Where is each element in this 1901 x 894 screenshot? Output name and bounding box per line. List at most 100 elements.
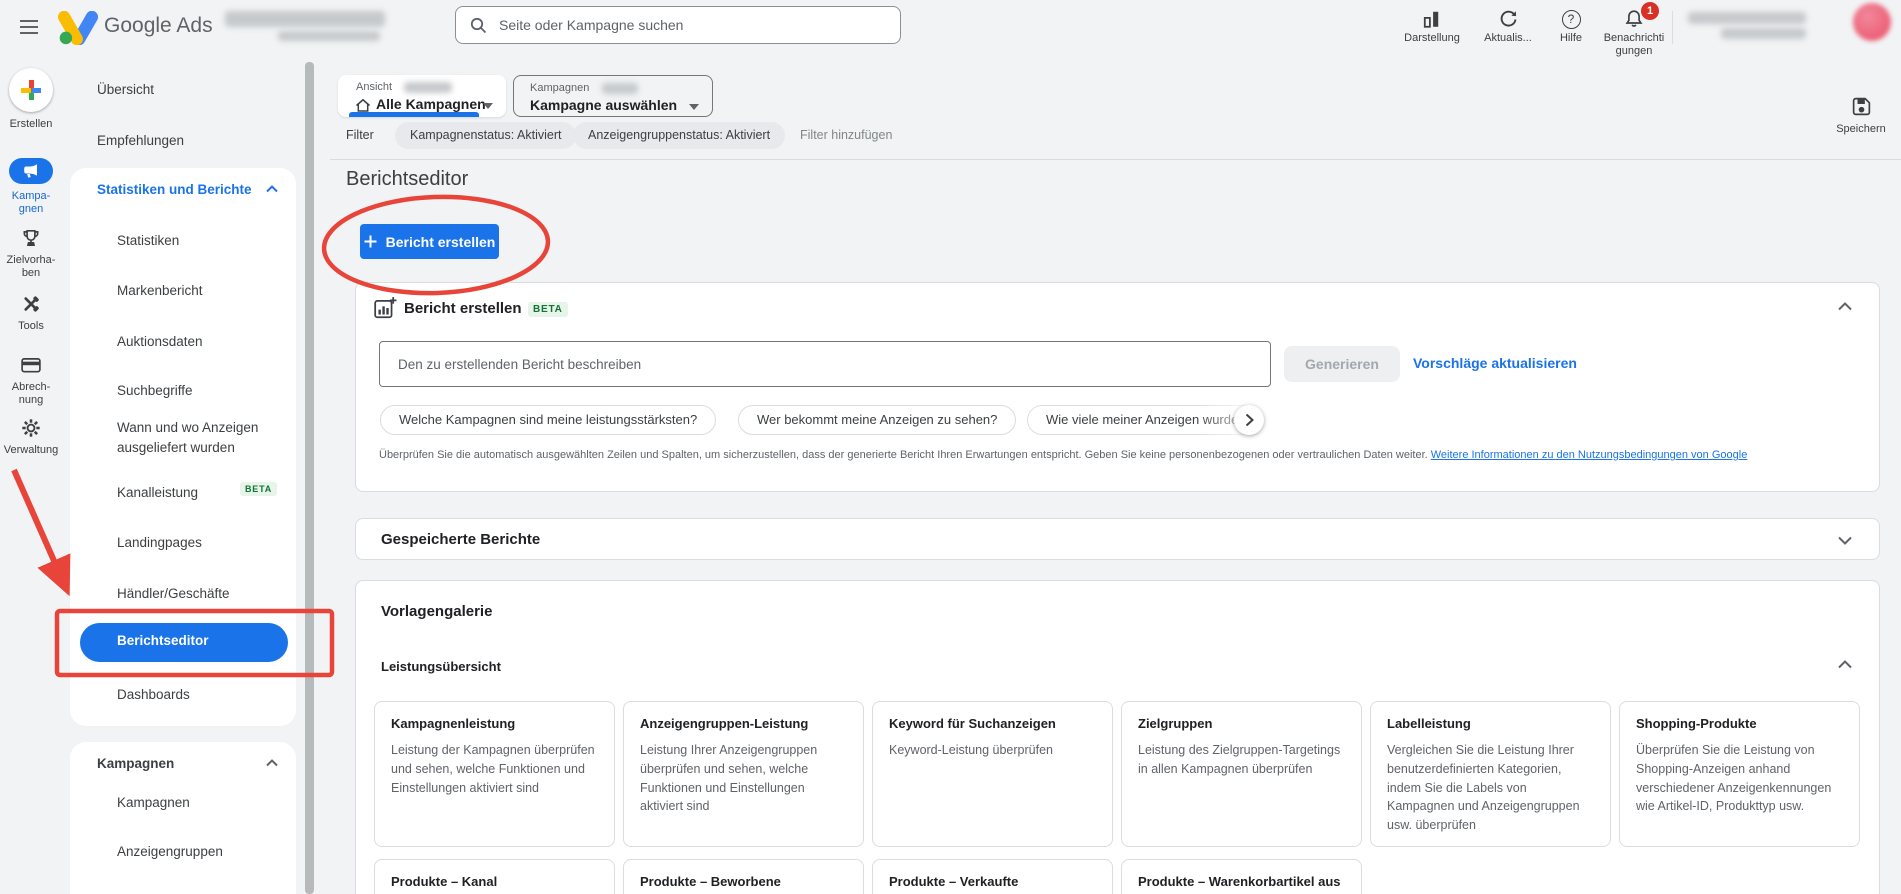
appearance-label: Darstellung	[1404, 32, 1460, 44]
template-card-zielgruppen[interactable]: Zielgruppen Leistung des Zielgruppen-Tar…	[1121, 701, 1362, 847]
sidebar-item-berichtseditor-label: Berichtseditor	[117, 633, 209, 648]
sidebar-item-overview[interactable]: Übersicht	[97, 82, 154, 97]
save-icon	[1852, 97, 1870, 116]
template-title: Produkte – Beworbene	[640, 874, 781, 889]
rail-item-admin[interactable]: Verwaltung	[0, 416, 62, 457]
template-card-labelleistung[interactable]: Labelleistung Vergleichen Sie die Leistu…	[1370, 701, 1611, 847]
appearance-button[interactable]: Darstellung	[1393, 6, 1471, 45]
beta-badge: BETA	[240, 482, 278, 496]
nav-header-insights[interactable]: Statistiken und Berichte	[97, 182, 252, 197]
rail-item-billing[interactable]: Abrech- nung	[0, 353, 62, 407]
bell-icon: 1	[1595, 2, 1673, 32]
plus-icon	[364, 235, 377, 248]
sidebar-item-anzeigengruppen[interactable]: Anzeigengruppen	[117, 842, 223, 862]
google-ads-logo-icon	[58, 11, 98, 45]
nav-scrollbar[interactable]	[305, 62, 314, 894]
terms-link[interactable]: Weitere Informationen zu den Nutzungsbed…	[1431, 449, 1748, 461]
sidebar-item-statistiken[interactable]: Statistiken	[117, 231, 179, 251]
expand-panel-button[interactable]	[1838, 533, 1852, 548]
filter-label: Filter	[346, 128, 374, 142]
template-desc: Vergleichen Sie die Leistung Ihrer benut…	[1387, 743, 1580, 832]
sidebar-item-dashboards[interactable]: Dashboards	[117, 685, 190, 705]
add-filter-button[interactable]: Filter hinzufügen	[800, 128, 892, 142]
google-ads-app: Google Ads Darstellung Aktualis... ? Hil…	[0, 0, 1901, 894]
gear-icon	[0, 416, 62, 440]
suggestion-chip-2[interactable]: Wer bekommt meine Anzeigen zu sehen?	[738, 405, 1017, 435]
search-input[interactable]	[499, 17, 886, 33]
view-selector[interactable]: Ansicht Alle Kampagnen	[338, 75, 506, 117]
redacted-view-info	[404, 82, 452, 93]
template-title: Anzeigengruppen-Leistung	[640, 716, 809, 731]
sidebar-item-landingpages[interactable]: Landingpages	[117, 533, 202, 553]
rail-item-tools[interactable]: Tools	[0, 292, 62, 333]
search-icon	[470, 17, 487, 33]
active-tab-indicator	[349, 112, 479, 117]
chevron-up-icon	[1838, 302, 1852, 311]
saved-reports-panel[interactable]: Gespeicherte Berichte	[355, 518, 1880, 560]
nav-section-insights: Statistiken und Berichte Statistiken Mar…	[70, 168, 296, 726]
sidebar-item-kanalleistung[interactable]: Kanalleistung	[117, 483, 198, 503]
generate-button[interactable]: Generieren	[1284, 346, 1400, 382]
rail-item-campaigns[interactable]: Kampa- gnen	[0, 158, 62, 216]
credit-card-icon	[0, 353, 62, 377]
collapse-panel-button[interactable]	[1838, 299, 1852, 314]
campaign-selector[interactable]: Kampagnen Kampagne auswählen	[513, 75, 713, 117]
top-bar: Google Ads Darstellung Aktualis... ? Hil…	[0, 0, 1901, 58]
view-selector-value: Alle Kampagnen	[376, 96, 486, 112]
chevron-up-icon[interactable]	[266, 185, 278, 193]
rail-label-admin: Verwaltung	[3, 444, 59, 456]
save-button[interactable]: Speichern	[1826, 96, 1896, 135]
sidebar-item-recommendations[interactable]: Empfehlungen	[97, 133, 184, 148]
rail-item-goals[interactable]: Zielvorha- ben	[0, 226, 62, 280]
chevron-down-icon	[1838, 536, 1852, 545]
create-plus-icon	[9, 68, 53, 112]
gallery-title: Vorlagengalerie	[381, 603, 493, 620]
chevron-up-icon[interactable]	[266, 759, 278, 767]
template-card-produkte-verkaufte[interactable]: Produkte – Verkaufte	[872, 859, 1113, 894]
builder-disclaimer: Überprüfen Sie die automatisch ausgewähl…	[379, 449, 1747, 461]
refresh-suggestions-link[interactable]: Vorschläge aktualisieren	[1413, 355, 1577, 371]
template-desc: Leistung der Kampagnen überprüfen und se…	[391, 743, 595, 795]
sidebar-item-markenbericht[interactable]: Markenbericht	[117, 281, 203, 301]
chevron-right-icon	[1245, 413, 1254, 427]
menu-icon[interactable]	[16, 15, 42, 41]
template-title: Shopping-Produkte	[1636, 716, 1757, 731]
sidebar-item-berichtseditor[interactable]: Berichtseditor	[80, 623, 288, 662]
rail-label-goals: Zielvorha- ben	[6, 254, 56, 279]
template-title: Produkte – Warenkorbartikel aus	[1138, 874, 1341, 889]
sidebar-item-haendler[interactable]: Händler/Geschäfte	[117, 584, 230, 604]
sidebar-item-auktionsdaten[interactable]: Auktionsdaten	[117, 332, 203, 352]
template-card-kampagnenleistung[interactable]: Kampagnenleistung Leistung der Kampagnen…	[374, 701, 615, 847]
filter-chip-campaign-status[interactable]: Kampagnenstatus: Aktiviert	[395, 122, 577, 149]
sidebar-item-wann-und-wo[interactable]: Wann und wo Anzeigen ausgeliefert wurden	[117, 418, 267, 458]
template-card-produkte-kanal[interactable]: Produkte – Kanal	[374, 859, 615, 894]
create-report-button[interactable]: Bericht erstellen	[360, 224, 499, 259]
rail-label-campaigns: Kampa- gnen	[11, 190, 51, 215]
sidebar-item-kampagnen[interactable]: Kampagnen	[117, 793, 190, 813]
report-description-input[interactable]	[379, 341, 1271, 387]
chevron-up-icon	[1838, 660, 1852, 669]
template-desc: Leistung Ihrer Anzeigengruppen überprüfe…	[640, 743, 818, 814]
redacted-account-id	[278, 31, 380, 41]
builder-title: Bericht erstellen	[404, 300, 522, 317]
sidebar-item-suchbegriffe[interactable]: Suchbegriffe	[117, 381, 193, 401]
rail-item-create[interactable]: Erstellen	[0, 68, 62, 131]
nav-header-campaigns[interactable]: Kampagnen	[97, 756, 174, 771]
template-card-produkte-warenkorb[interactable]: Produkte – Warenkorbartikel aus	[1121, 859, 1362, 894]
rail-label-create: Erstellen	[9, 118, 53, 130]
template-card-produkte-beworbene[interactable]: Produkte – Beworbene	[623, 859, 864, 894]
template-card-anzeigengruppen[interactable]: Anzeigengruppen-Leistung Leistung Ihrer …	[623, 701, 864, 847]
view-selector-label: Ansicht	[356, 81, 393, 93]
template-card-shopping[interactable]: Shopping-Produkte Überprüfen Sie die Lei…	[1619, 701, 1860, 847]
global-search	[455, 6, 901, 44]
filter-chip-adgroup-status[interactable]: Anzeigengruppenstatus: Aktiviert	[573, 122, 786, 149]
notifications-button[interactable]: 1 Benachrichti gungen	[1595, 2, 1673, 58]
collapse-section-button[interactable]	[1838, 657, 1852, 672]
scroll-suggestions-button[interactable]	[1234, 405, 1264, 435]
template-card-keyword[interactable]: Keyword für Suchanzeigen Keyword-Leistun…	[872, 701, 1113, 847]
suggestion-chip-1[interactable]: Welche Kampagnen sind meine leistungsstä…	[380, 405, 717, 435]
avatar[interactable]	[1853, 3, 1891, 41]
template-title: Labelleistung	[1387, 716, 1471, 731]
caret-down-icon	[689, 104, 699, 110]
left-rail: Erstellen Kampa- gnen Zielvorha- ben Too…	[0, 55, 62, 894]
